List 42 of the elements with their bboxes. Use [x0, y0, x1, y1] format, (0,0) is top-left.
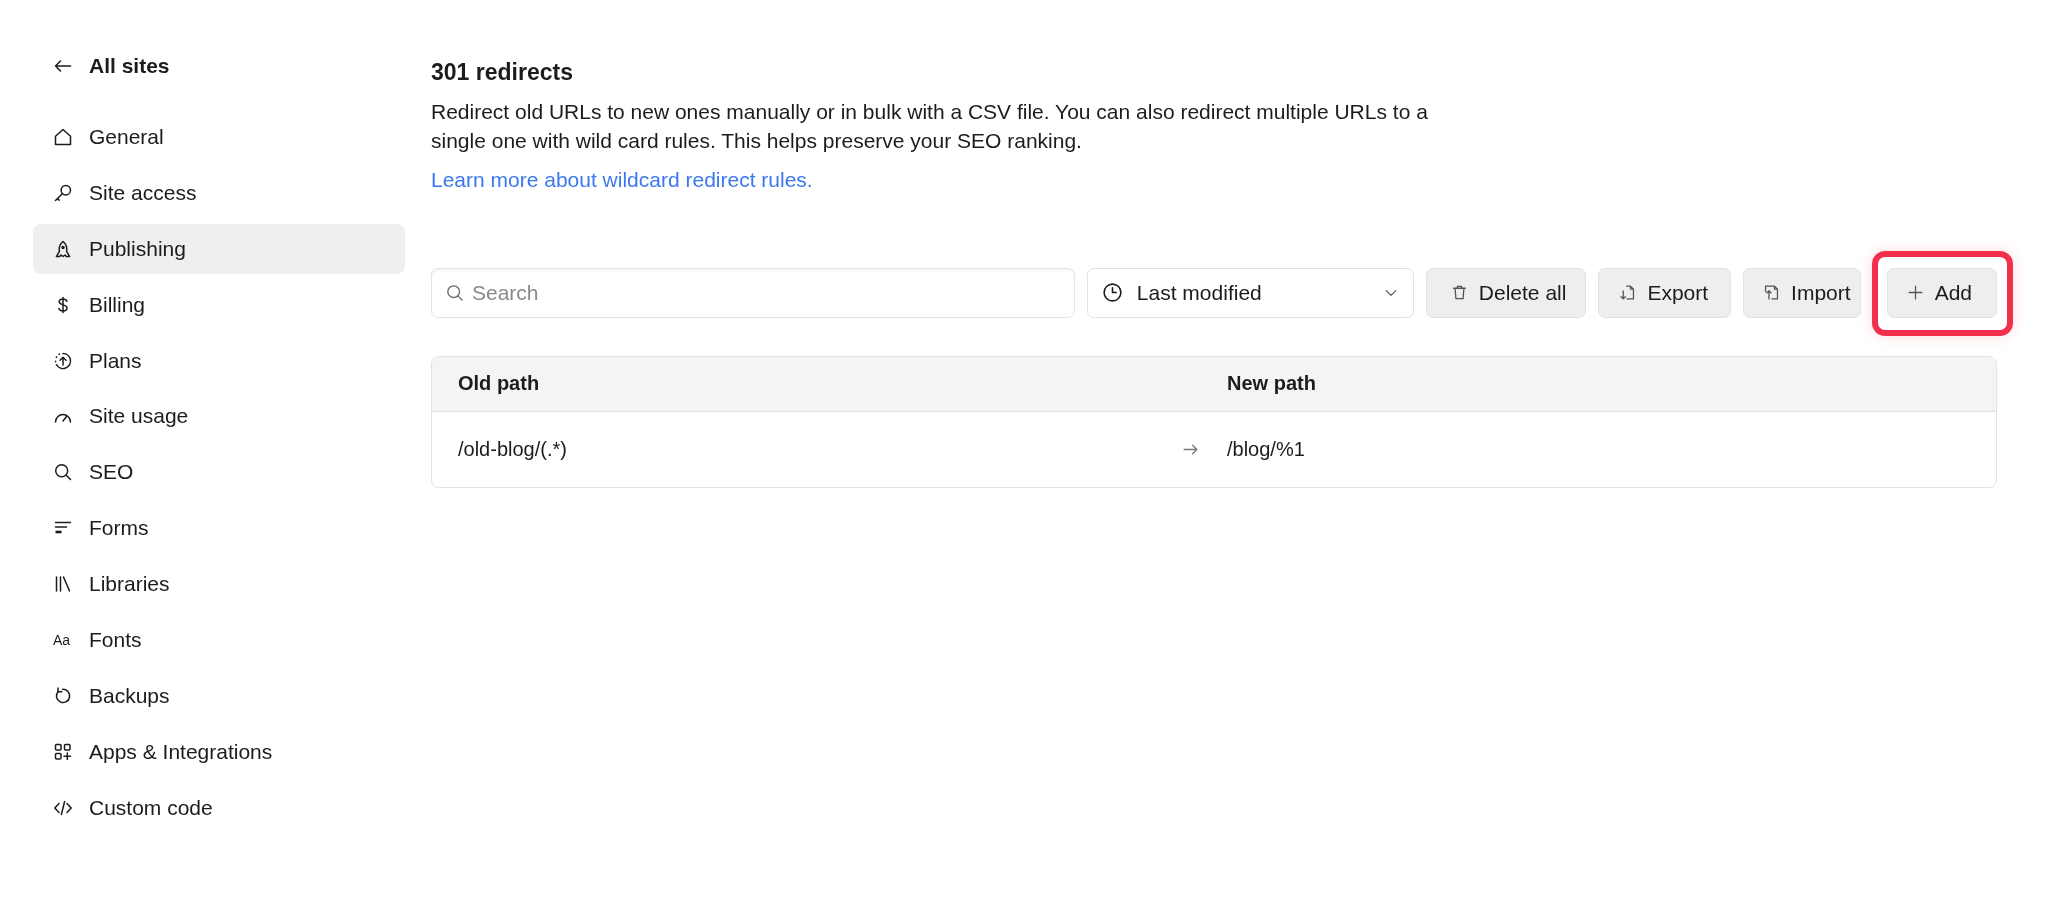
delete-all-button[interactable]: Delete all	[1425, 267, 1587, 318]
sidebar-item[interactable]: Site access	[33, 167, 405, 218]
circle-arrow-up-icon	[53, 350, 73, 371]
rocket-icon	[53, 238, 73, 259]
font-glyph-icon: Aa	[53, 630, 73, 650]
sidebar-item[interactable]: SEO	[33, 447, 405, 498]
description-text: Redirect old URLs to new ones manually or in bulk with a CSV file. You can also redirect multiple URLs to a single one with wild card rules. This helps preserve your SEO ranking.	[431, 98, 1429, 154]
sidebar-item[interactable]: Aa Fonts	[33, 615, 405, 665]
file-arrow-up-icon	[1763, 284, 1781, 301]
home-icon	[53, 127, 73, 147]
sidebar-item[interactable]: Libraries	[33, 559, 405, 610]
table-cell-text: /blog/%1	[1227, 437, 1306, 461]
add-button[interactable]: Add	[1886, 267, 1997, 318]
trash-icon	[1450, 284, 1468, 301]
sidebar-item[interactable]: General	[33, 112, 405, 162]
column-header: New path	[1227, 372, 1317, 395]
import-button[interactable]: Import	[1743, 267, 1861, 318]
table-cell-text: /old-blog/(.*)	[458, 437, 568, 461]
sidebar-item[interactable]: Custom code	[33, 782, 405, 833]
sidebar-item[interactable]: Publishing	[33, 223, 405, 274]
column-header: Old path	[458, 372, 541, 395]
back-link[interactable]: All sites	[33, 41, 405, 91]
export-button[interactable]: Export	[1598, 267, 1732, 318]
sidebar-item[interactable]: Forms	[33, 503, 405, 554]
plus-icon	[1906, 284, 1924, 301]
sort-dropdown[interactable]: Last modified	[1086, 267, 1414, 318]
undo-arrow-icon	[53, 685, 73, 706]
search-icon	[446, 283, 464, 302]
search-field[interactable]: Search	[431, 267, 1075, 318]
sidebar-item[interactable]: Plans	[33, 335, 405, 386]
file-arrow-down-icon	[1619, 284, 1637, 301]
clock-icon	[1101, 282, 1123, 303]
sidebar-item[interactable]: Backups	[33, 670, 405, 721]
sidebar-item[interactable]: Apps & Integrations	[33, 726, 405, 777]
books-icon	[53, 574, 73, 595]
search-icon	[53, 462, 73, 483]
sidebar-item[interactable]: Billing	[33, 279, 405, 330]
sidebar-item[interactable]: Site usage	[33, 391, 405, 442]
page-title: 301 redirects	[431, 58, 574, 87]
learn-more-link[interactable]: Learn more about wildcard redirect rules.	[431, 164, 813, 194]
key-icon	[53, 182, 73, 203]
apps-plus-icon	[53, 741, 73, 762]
